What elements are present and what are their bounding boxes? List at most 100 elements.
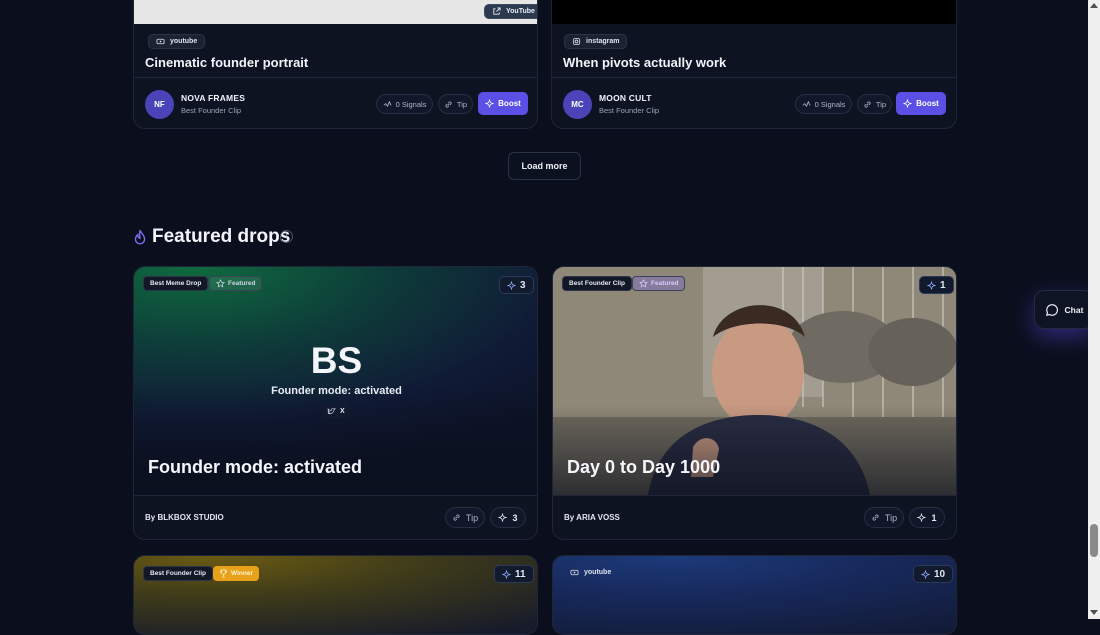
featured-card-1[interactable]: Best Meme Drop Featured 3 BS Founder mod… [133, 266, 538, 540]
clip-title: Cinematic founder portrait [145, 55, 309, 70]
featured-tag-label: Featured [651, 280, 679, 287]
featured-card-3[interactable]: Best Founder Clip Winner 11 [133, 555, 538, 635]
boost-count: 10 [934, 568, 946, 580]
sparkle-icon [485, 99, 495, 108]
divider [552, 77, 956, 78]
platform-label: youtube [584, 569, 612, 576]
sparkle-icon [507, 280, 516, 290]
tip-button[interactable]: Tip [864, 507, 904, 528]
video-icon [570, 569, 579, 576]
chat-button[interactable]: Chat [1034, 290, 1094, 329]
star-icon [216, 279, 225, 288]
tip-button[interactable]: Tip [445, 507, 485, 528]
boost-count-badge[interactable]: 1 [919, 276, 954, 294]
featured-card-2[interactable]: Best Founder Clip Featured 1 Day 0 to Da… [552, 266, 957, 540]
author-name[interactable]: BLKBOX STUDIO [157, 513, 223, 522]
avatar[interactable]: MC [563, 90, 592, 119]
creator-name[interactable]: MOON CULT [599, 93, 652, 103]
drop-title: Day 0 to Day 1000 [567, 457, 721, 477]
chat-label: Chat [1064, 304, 1084, 315]
sparkle-icon [502, 569, 511, 579]
featured-card-4[interactable]: youtube 10 [552, 555, 957, 635]
tip-label: Tip [465, 512, 479, 523]
sparkle-icon [927, 280, 936, 290]
video-icon [156, 38, 165, 45]
link-icon [872, 514, 879, 521]
winner-tag: Winner [213, 566, 259, 581]
tip-label: Tip [875, 99, 887, 109]
featured-tag: Featured [209, 276, 263, 291]
media-badge-label: YouTube [506, 8, 535, 15]
sparkle-icon [903, 99, 913, 108]
sparkle-icon [921, 569, 930, 579]
category-label: Best Founder Clip [599, 106, 660, 115]
signals-button[interactable]: 0 Signals [795, 94, 852, 114]
boost-count: 3 [512, 512, 518, 523]
divider [134, 77, 537, 78]
clip-card-1[interactable]: YouTube youtube Cinematic founder portra… [133, 0, 538, 129]
boost-label: Boost [498, 99, 521, 108]
flame-icon [134, 229, 146, 245]
scrollbar-thumb[interactable] [1090, 524, 1098, 557]
boost-button[interactable]: 3 [490, 507, 526, 528]
category-tag: Best Founder Clip [143, 566, 213, 581]
network-label: X [340, 407, 345, 415]
signals-label: 0 Signals [395, 99, 427, 109]
signal-icon [383, 100, 392, 107]
link-icon [445, 100, 452, 108]
creator-name[interactable]: NOVA FRAMES [181, 93, 245, 103]
boost-label: Boost [916, 99, 939, 108]
media-fade [553, 405, 956, 495]
scroll-up-arrow[interactable] [1090, 3, 1098, 8]
divider [134, 495, 537, 496]
section-title: Featured drops [152, 226, 291, 247]
tip-label: Tip [456, 99, 468, 109]
clip-thumbnail[interactable] [134, 0, 537, 24]
info-icon[interactable]: i [280, 230, 293, 243]
chat-bubble-icon [1045, 303, 1058, 316]
boost-count: 1 [940, 279, 946, 291]
boost-button[interactable]: 1 [909, 507, 945, 528]
youtube-badge[interactable]: YouTube [484, 4, 537, 19]
boost-button[interactable]: Boost [896, 92, 946, 115]
clip-card-2[interactable]: instagram When pivots actually work MC M… [551, 0, 957, 129]
scroll-down-arrow[interactable] [1090, 610, 1098, 615]
drop-title: Founder mode: activated [148, 457, 363, 477]
avatar[interactable]: NF [145, 90, 174, 119]
signals-button[interactable]: 0 Signals [376, 94, 433, 114]
boost-count-badge[interactable]: 10 [913, 565, 954, 583]
sparkle-icon [917, 513, 927, 522]
platform-label: youtube [170, 38, 198, 45]
boost-count-badge[interactable]: 3 [499, 276, 534, 294]
boost-count-badge[interactable]: 11 [494, 565, 534, 583]
boost-count: 3 [520, 279, 526, 291]
divider [553, 495, 956, 496]
boost-button[interactable]: Boost [478, 92, 528, 115]
by-prefix: By [564, 513, 575, 522]
clip-title: When pivots actually work [563, 55, 727, 70]
instagram-icon [572, 37, 581, 46]
tip-button[interactable]: Tip [438, 94, 473, 114]
tip-button[interactable]: Tip [857, 94, 892, 114]
external-link-icon [493, 7, 501, 15]
boost-count: 1 [931, 512, 937, 523]
signal-icon [802, 100, 811, 107]
trophy-icon [219, 569, 228, 578]
featured-tag: Featured [632, 276, 686, 291]
platform-tag: youtube [148, 34, 206, 49]
platform-tag: instagram [564, 34, 628, 49]
sparkle-icon [498, 513, 508, 522]
page-scrollbar[interactable] [1088, 0, 1100, 619]
link-icon [864, 100, 871, 108]
network-tag[interactable]: X [322, 404, 350, 418]
author-name[interactable]: ARIA VOSS [576, 513, 620, 522]
platform-label: instagram [586, 38, 620, 45]
featured-tag-label: Featured [228, 280, 256, 287]
clip-thumbnail[interactable] [552, 0, 956, 24]
big-initials: BS [310, 340, 363, 381]
author-line: By BLKBOX STUDIO [145, 513, 224, 522]
star-icon [639, 279, 648, 288]
load-more-button[interactable]: Load more [508, 152, 581, 180]
drop-caption: Founder mode: activated [271, 385, 402, 397]
tip-label: Tip [884, 512, 898, 523]
